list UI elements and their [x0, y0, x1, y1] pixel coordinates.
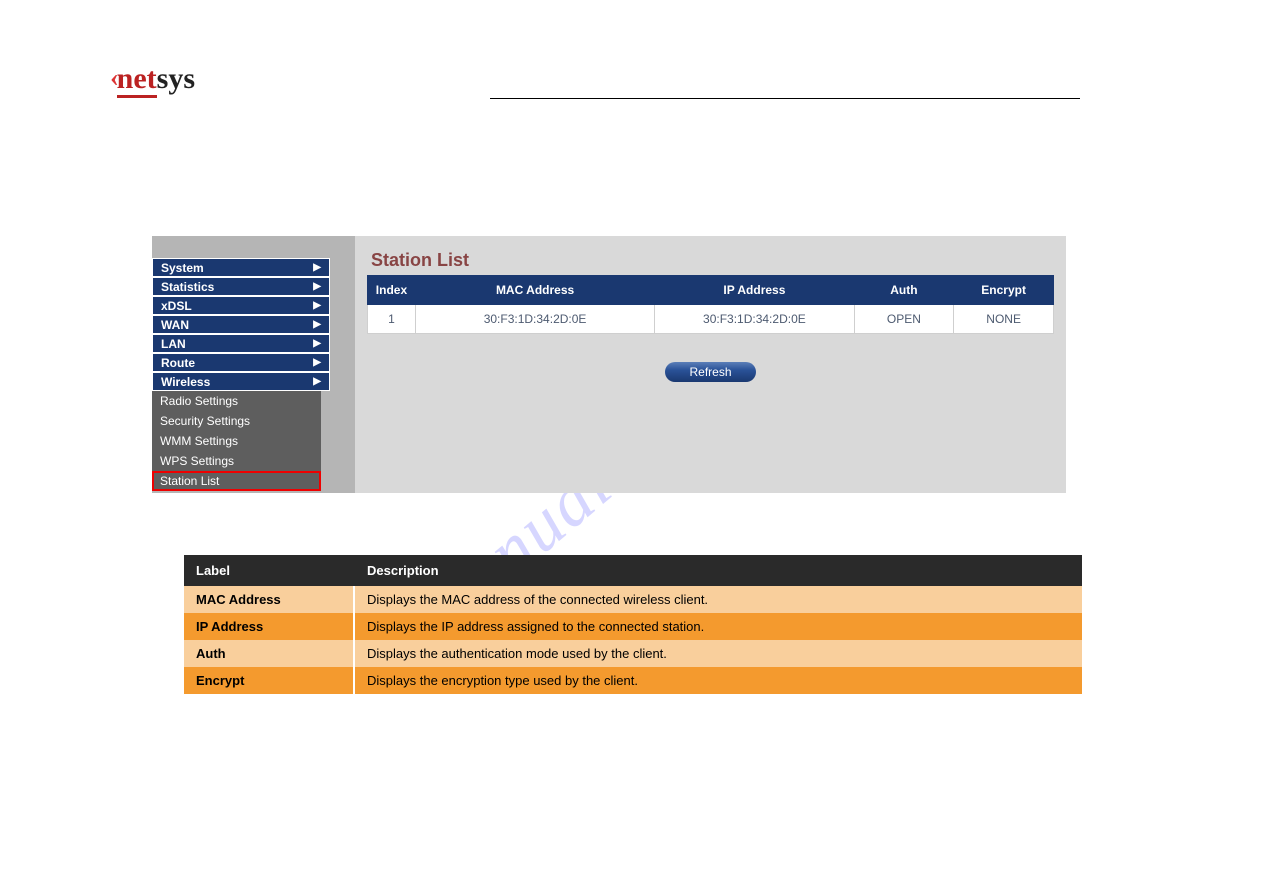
brand-logo: ‹netsys: [110, 62, 195, 96]
chevron-right-icon: ▶: [313, 319, 321, 330]
desc-header-row: Label Description: [184, 555, 1082, 586]
sub-radio-settings[interactable]: Radio Settings: [152, 391, 321, 411]
nav-lan[interactable]: LAN ▶: [152, 334, 330, 353]
desc-label: Encrypt: [184, 667, 354, 694]
nav-xdsl[interactable]: xDSL ▶: [152, 296, 330, 315]
desc-row: Auth Displays the authentication mode us…: [184, 640, 1082, 667]
nav-label: Route: [161, 356, 195, 370]
chevron-right-icon: ▶: [313, 338, 321, 349]
logo-part1: net: [117, 62, 157, 98]
sub-station-list[interactable]: Station List: [152, 471, 321, 491]
cell-auth: OPEN: [854, 305, 954, 334]
wireless-submenu: Radio Settings Security Settings WMM Set…: [152, 391, 321, 491]
desc-label: Auth: [184, 640, 354, 667]
desc-row: Encrypt Displays the encryption type use…: [184, 667, 1082, 694]
nav-wan[interactable]: WAN ▶: [152, 315, 330, 334]
th-index: Index: [368, 276, 416, 305]
th-ip: IP Address: [655, 276, 854, 305]
desc-text: Displays the encryption type used by the…: [354, 667, 1082, 694]
nav-route[interactable]: Route ▶: [152, 353, 330, 372]
desc-label: IP Address: [184, 613, 354, 640]
cell-mac: 30:F3:1D:34:2D:0E: [415, 305, 654, 334]
th-mac: MAC Address: [415, 276, 654, 305]
sub-wmm-settings[interactable]: WMM Settings: [152, 431, 321, 451]
desc-th-label: Label: [184, 555, 354, 586]
sidebar-spacer: [152, 236, 355, 258]
chevron-right-icon: ▶: [313, 300, 321, 311]
chevron-right-icon: ▶: [313, 357, 321, 368]
nav-label: WAN: [161, 318, 189, 332]
refresh-wrap: Refresh: [367, 362, 1054, 382]
router-admin-ui: System ▶ Statistics ▶ xDSL ▶ WAN ▶ LAN ▶…: [152, 236, 1066, 493]
desc-text: Displays the authentication mode used by…: [354, 640, 1082, 667]
nav-statistics[interactable]: Statistics ▶: [152, 277, 330, 296]
nav-label: Wireless: [161, 375, 210, 389]
sub-wps-settings[interactable]: WPS Settings: [152, 451, 321, 471]
desc-th-description: Description: [354, 555, 1082, 586]
header-divider: [490, 98, 1080, 99]
nav-label: xDSL: [161, 299, 192, 313]
station-table: Index MAC Address IP Address Auth Encryp…: [367, 275, 1054, 334]
desc-row: IP Address Displays the IP address assig…: [184, 613, 1082, 640]
table-header-row: Index MAC Address IP Address Auth Encryp…: [368, 276, 1054, 305]
chevron-right-icon: ▶: [313, 376, 321, 387]
desc-text: Displays the MAC address of the connecte…: [354, 586, 1082, 613]
refresh-button[interactable]: Refresh: [665, 362, 755, 382]
desc-row: MAC Address Displays the MAC address of …: [184, 586, 1082, 613]
sidebar: System ▶ Statistics ▶ xDSL ▶ WAN ▶ LAN ▶…: [152, 236, 355, 493]
table-row: 1 30:F3:1D:34:2D:0E 30:F3:1D:34:2D:0E OP…: [368, 305, 1054, 334]
page-title: Station List: [371, 250, 1054, 271]
content-area: Station List Index MAC Address IP Addres…: [355, 236, 1066, 493]
nav-wireless[interactable]: Wireless ▶: [152, 372, 330, 391]
desc-label: MAC Address: [184, 586, 354, 613]
nav-system[interactable]: System ▶: [152, 258, 330, 277]
desc-text: Displays the IP address assigned to the …: [354, 613, 1082, 640]
cell-encrypt: NONE: [954, 305, 1054, 334]
chevron-right-icon: ▶: [313, 281, 321, 292]
nav-label: Statistics: [161, 280, 214, 294]
sub-security-settings[interactable]: Security Settings: [152, 411, 321, 431]
chevron-right-icon: ▶: [313, 262, 321, 273]
nav-label: System: [161, 261, 204, 275]
th-auth: Auth: [854, 276, 954, 305]
cell-index: 1: [368, 305, 416, 334]
nav-label: LAN: [161, 337, 186, 351]
description-table: Label Description MAC Address Displays t…: [184, 555, 1082, 694]
logo-part2: sys: [157, 62, 195, 95]
cell-ip: 30:F3:1D:34:2D:0E: [655, 305, 854, 334]
th-encrypt: Encrypt: [954, 276, 1054, 305]
